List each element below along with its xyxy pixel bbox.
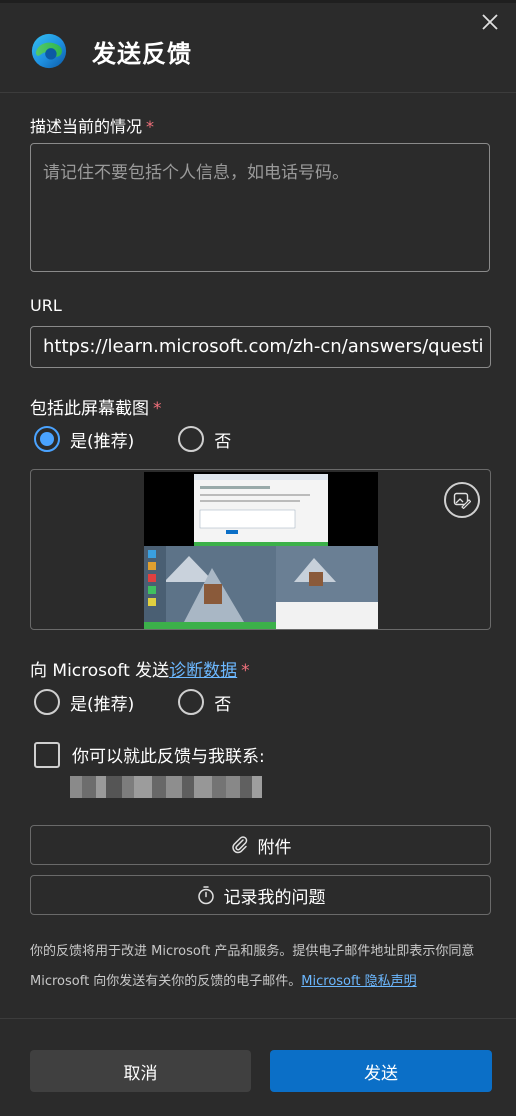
description-label-text: 描述当前的情况 [30,117,143,136]
stopwatch-icon [197,886,214,905]
diagnostics-no-radio[interactable] [178,689,205,715]
contact-checkbox[interactable] [34,742,60,768]
screenshot-radio-group: 是(推荐) 否 [34,426,231,452]
description-textarea[interactable]: 请记住不要包括个人信息，如电话号码。 [30,143,490,272]
cancel-button[interactable]: 取消 [30,1050,251,1092]
paperclip-icon [231,836,247,854]
footer-notice: 你的反馈将用于改进 Microsoft 产品和服务。提供电子邮件地址即表示你同意… [30,937,490,997]
attachment-button-label: 附件 [257,837,292,858]
diagnostics-yes-radio[interactable] [34,689,60,715]
dialog-title: 发送反馈 [92,39,192,68]
header-divider [0,92,516,93]
description-label: 描述当前的情况 * [30,113,154,137]
screenshot-label: 包括此屏幕截图 * [30,394,162,419]
edge-logo-icon [31,33,67,69]
footer-notice-line2-wrap: Microsoft 向你发送有关你的反馈的电子邮件。Microsoft 隐私声明 [30,967,490,997]
diagnostics-label-text: 向 Microsoft 发送 [30,661,170,681]
diagnostics-data-link[interactable]: 诊断数据 [169,661,237,681]
screenshot-preview-box [30,469,491,630]
required-mark: * [241,661,250,681]
diagnostics-no-label: 否 [214,694,232,715]
diagnostics-label: 向 Microsoft 发送诊断数据 * [30,656,250,681]
footer-notice-line2: Microsoft 向你发送有关你的反馈的电子邮件。 [30,974,302,989]
record-issue-button[interactable]: 记录我的问题 [30,875,491,915]
edit-screenshot-button[interactable] [444,482,480,518]
footer-notice-line1: 你的反馈将用于改进 Microsoft 产品和服务。提供电子邮件地址即表示你同意 [30,944,475,959]
privacy-link[interactable]: Microsoft 隐私声明 [301,974,416,989]
footer-divider [0,1018,516,1019]
screenshot-thumbnail [144,472,378,629]
diagnostics-yes-label: 是(推荐) [70,694,135,715]
image-edit-icon [453,492,471,509]
description-placeholder: 请记住不要包括个人信息，如电话号码。 [43,163,349,183]
dialog-header: 发送反馈 [30,30,192,72]
close-icon[interactable] [478,10,502,34]
screenshot-no-label: 否 [214,431,232,452]
url-input[interactable]: https://learn.microsoft.com/zh-cn/answer… [30,326,491,368]
redacted-email [70,776,262,798]
diagnostics-radio-group: 是(推荐) 否 [34,689,231,715]
required-mark: * [153,399,162,419]
screenshot-no-radio[interactable] [178,426,205,452]
record-issue-button-label: 记录我的问题 [223,887,326,908]
contact-label: 你可以就此反馈与我联系: [72,747,265,767]
screenshot-label-text: 包括此屏幕截图 [30,399,149,419]
screenshot-thumbnail-art [144,472,378,629]
attachment-button[interactable]: 附件 [30,825,491,865]
screenshot-yes-label: 是(推荐) [70,431,135,452]
url-label: URL [30,296,62,315]
screenshot-yes-radio[interactable] [34,426,60,452]
required-mark: * [146,117,155,136]
title-strip [0,0,516,3]
send-button[interactable]: 发送 [270,1050,492,1092]
